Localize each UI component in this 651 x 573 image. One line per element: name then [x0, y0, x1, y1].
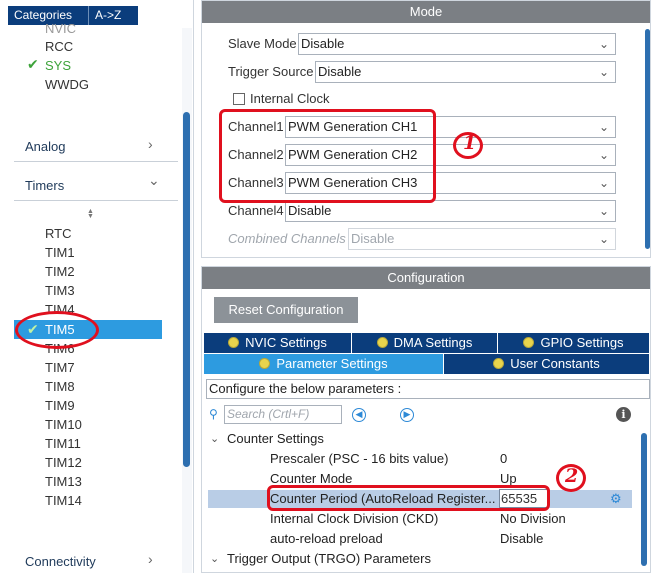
- trigger-source-select[interactable]: Disable ⌄: [315, 61, 616, 83]
- trigger-source-value: Disable: [318, 64, 362, 79]
- config-description: Configure the below parameters :: [206, 379, 650, 399]
- slave-mode-value: Disable: [301, 36, 345, 51]
- timer-item-tim12[interactable]: TIM12: [45, 453, 82, 472]
- combined-channels-select: Disable ⌄: [348, 228, 616, 250]
- mode-header: Mode: [202, 1, 650, 23]
- divider: [14, 161, 178, 162]
- sort-icon[interactable]: ▲▼: [87, 208, 94, 220]
- tab-parameter-settings[interactable]: Parameter Settings: [204, 354, 444, 374]
- status-dot-icon: [228, 337, 240, 348]
- config-tabs-row2: Parameter Settings User Constants: [204, 354, 650, 374]
- tab-a-z[interactable]: A->Z: [88, 6, 138, 25]
- search-icon: ⚲: [209, 407, 218, 421]
- param-value[interactable]: Disable: [500, 529, 543, 549]
- timer-item-tim14[interactable]: TIM14: [45, 491, 82, 510]
- param-value[interactable]: No Division: [500, 509, 566, 529]
- timer-item-tim7[interactable]: TIM7: [45, 358, 75, 377]
- param-name: Internal Clock Division (CKD): [270, 511, 439, 526]
- chevron-down-icon[interactable]: ⌄: [210, 549, 219, 569]
- internal-clock-label: Internal Clock: [250, 91, 330, 106]
- timer-item-tim1[interactable]: TIM1: [45, 243, 75, 262]
- divider: [14, 200, 178, 201]
- channel4-value: Disable: [288, 203, 332, 218]
- left-panel: Categories A->Z NVIC RCC ✔ SYS WWDG Anal…: [0, 0, 194, 573]
- timer-item-tim13[interactable]: TIM13: [45, 472, 82, 491]
- category-analog[interactable]: Analog: [25, 137, 65, 157]
- reset-configuration-button[interactable]: Reset Configuration: [214, 297, 358, 323]
- mode-panel: Mode Slave Mode Disable ⌄ Trigger Source…: [201, 0, 651, 258]
- scrollbar-thumb[interactable]: [641, 433, 647, 566]
- check-icon: ✔: [27, 56, 39, 72]
- counter-settings-group[interactable]: Counter Settings: [227, 429, 324, 449]
- info-icon[interactable]: i: [616, 407, 631, 422]
- configuration-panel: Configuration Reset Configuration NVIC S…: [201, 266, 651, 573]
- timer-item-tim2[interactable]: TIM2: [45, 262, 75, 281]
- timer-item-tim3[interactable]: TIM3: [45, 281, 75, 300]
- gear-icon[interactable]: ⚙: [610, 491, 622, 507]
- chevron-down-icon: ⌄: [598, 204, 609, 218]
- combined-channels-label: Combined Channels: [228, 231, 346, 246]
- slave-mode-select[interactable]: Disable ⌄: [298, 33, 616, 55]
- scrollbar-thumb[interactable]: [645, 29, 650, 249]
- channel4-label: Channel4: [228, 203, 284, 218]
- combined-channels-value: Disable: [351, 231, 395, 246]
- system-item-rcc[interactable]: RCC: [45, 37, 73, 56]
- system-item-wwdg[interactable]: WWDG: [45, 75, 89, 94]
- chevron-right-icon[interactable]: ›: [148, 551, 153, 567]
- chevron-down-icon: ⌄: [598, 232, 609, 246]
- category-connectivity[interactable]: Connectivity: [25, 552, 96, 572]
- tab-gpio-settings[interactable]: GPIO Settings: [498, 333, 650, 353]
- chevron-down-icon[interactable]: ⌄: [148, 172, 160, 189]
- tab-user-constants[interactable]: User Constants: [444, 354, 650, 374]
- system-item-sys[interactable]: SYS: [45, 56, 71, 75]
- chevron-down-icon: ⌄: [598, 148, 609, 162]
- annotation-number-2: 2: [565, 465, 579, 487]
- status-dot-icon: [259, 358, 271, 369]
- timer-item-rtc[interactable]: RTC: [45, 224, 71, 243]
- internal-clock-checkbox[interactable]: [233, 93, 245, 105]
- status-dot-icon: [493, 358, 505, 369]
- search-input[interactable]: Search (Crtl+F): [224, 405, 342, 424]
- trigger-source-label: Trigger Source: [228, 64, 314, 79]
- timer-item-tim8[interactable]: TIM8: [45, 377, 75, 396]
- timer-item-tim11[interactable]: TIM11: [45, 434, 81, 453]
- chevron-right-icon[interactable]: ›: [148, 136, 153, 152]
- scrollbar-thumb[interactable]: [183, 112, 190, 467]
- next-icon[interactable]: ▶: [400, 408, 414, 422]
- tab-dma-settings[interactable]: DMA Settings: [352, 333, 498, 353]
- previous-icon[interactable]: ◀: [352, 408, 366, 422]
- annotation-box: [267, 485, 550, 511]
- chevron-down-icon: ⌄: [598, 120, 609, 134]
- slave-mode-label: Slave Mode: [228, 36, 297, 51]
- config-tabs-row1: NVIC Settings DMA Settings GPIO Settings: [204, 333, 650, 353]
- annotation-number-1: 1: [463, 132, 477, 154]
- param-name: auto-reload preload: [270, 531, 383, 546]
- chevron-down-icon[interactable]: ⌄: [210, 429, 219, 449]
- channel4-select[interactable]: Disable ⌄: [285, 200, 616, 222]
- timer-item-tim10[interactable]: TIM10: [45, 415, 82, 434]
- chevron-down-icon: ⌄: [598, 65, 609, 79]
- category-timers[interactable]: Timers: [25, 176, 64, 196]
- trigger-output-group[interactable]: Trigger Output (TRGO) Parameters: [227, 549, 431, 569]
- annotation-box: [219, 109, 436, 203]
- status-dot-icon: [523, 337, 535, 348]
- status-dot-icon: [376, 337, 388, 348]
- timer-item-tim9[interactable]: TIM9: [45, 396, 75, 415]
- annotation-circle: [15, 311, 99, 349]
- system-item-nvic[interactable]: NVIC: [45, 19, 76, 38]
- configuration-header: Configuration: [202, 267, 650, 289]
- param-value[interactable]: 0: [500, 449, 507, 469]
- chevron-down-icon: ⌄: [598, 176, 609, 190]
- chevron-down-icon: ⌄: [598, 37, 609, 51]
- param-name: Prescaler (PSC - 16 bits value): [270, 451, 449, 466]
- tab-nvic-settings[interactable]: NVIC Settings: [204, 333, 352, 353]
